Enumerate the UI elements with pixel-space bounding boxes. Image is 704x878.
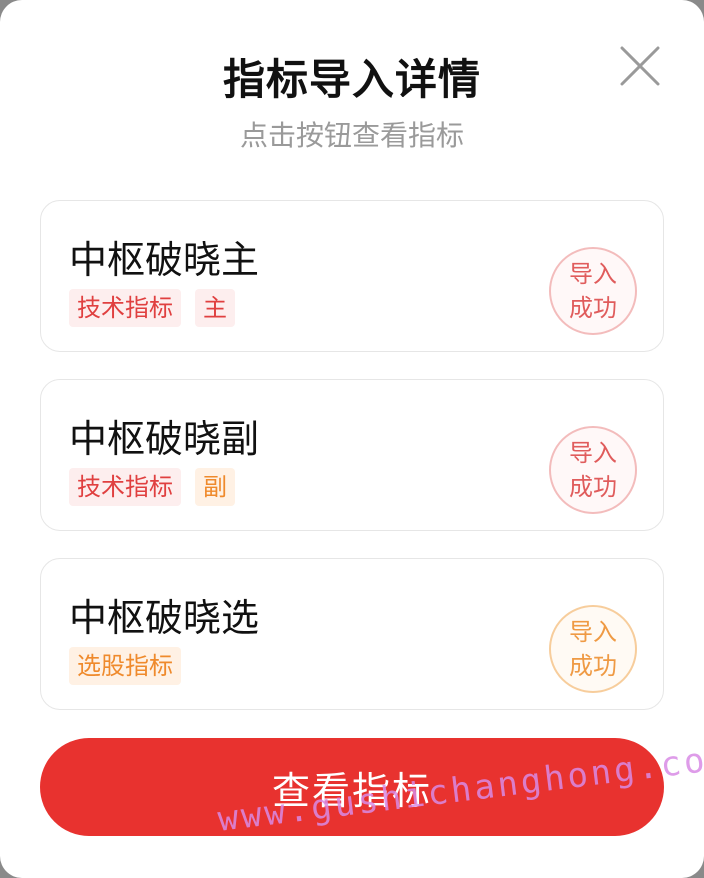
import-details-dialog: 指标导入详情 点击按钮查看指标 中枢破晓主 技术指标 主 导入 成功 中枢破晓副…: [0, 0, 704, 878]
indicator-name: 中枢破晓主: [69, 238, 260, 282]
stamp-line-2: 成功: [569, 294, 617, 322]
tag-technical-indicator: 技术指标: [69, 289, 181, 327]
stamp-line-1: 导入: [569, 618, 617, 646]
stamp-line-1: 导入: [569, 260, 617, 288]
stamp-line-2: 成功: [569, 473, 617, 501]
close-icon[interactable]: [618, 44, 662, 88]
tag-stock-selection-indicator: 选股指标: [69, 647, 181, 685]
tag-sub: 副: [195, 468, 235, 506]
stamp-line-2: 成功: [569, 652, 617, 680]
import-success-stamp: 导入 成功: [549, 605, 637, 693]
tag-technical-indicator: 技术指标: [69, 468, 181, 506]
tag-main: 主: [195, 289, 235, 327]
indicator-card: 中枢破晓副 技术指标 副 导入 成功: [40, 379, 664, 531]
import-success-stamp: 导入 成功: [549, 426, 637, 514]
dialog-subtitle: 点击按钮查看指标: [239, 119, 464, 152]
stamp-line-1: 导入: [569, 439, 617, 467]
indicator-card: 中枢破晓主 技术指标 主 导入 成功: [40, 200, 664, 352]
indicator-tags: 技术指标 主: [69, 289, 235, 327]
indicator-tags: 选股指标: [69, 647, 181, 685]
indicator-tags: 技术指标 副: [69, 468, 235, 506]
indicator-name: 中枢破晓选: [69, 596, 260, 640]
indicator-name: 中枢破晓副: [69, 417, 260, 461]
indicator-card: 中枢破晓选 选股指标 导入 成功: [40, 558, 664, 710]
import-success-stamp: 导入 成功: [549, 247, 637, 335]
dialog-title: 指标导入详情: [222, 55, 481, 104]
